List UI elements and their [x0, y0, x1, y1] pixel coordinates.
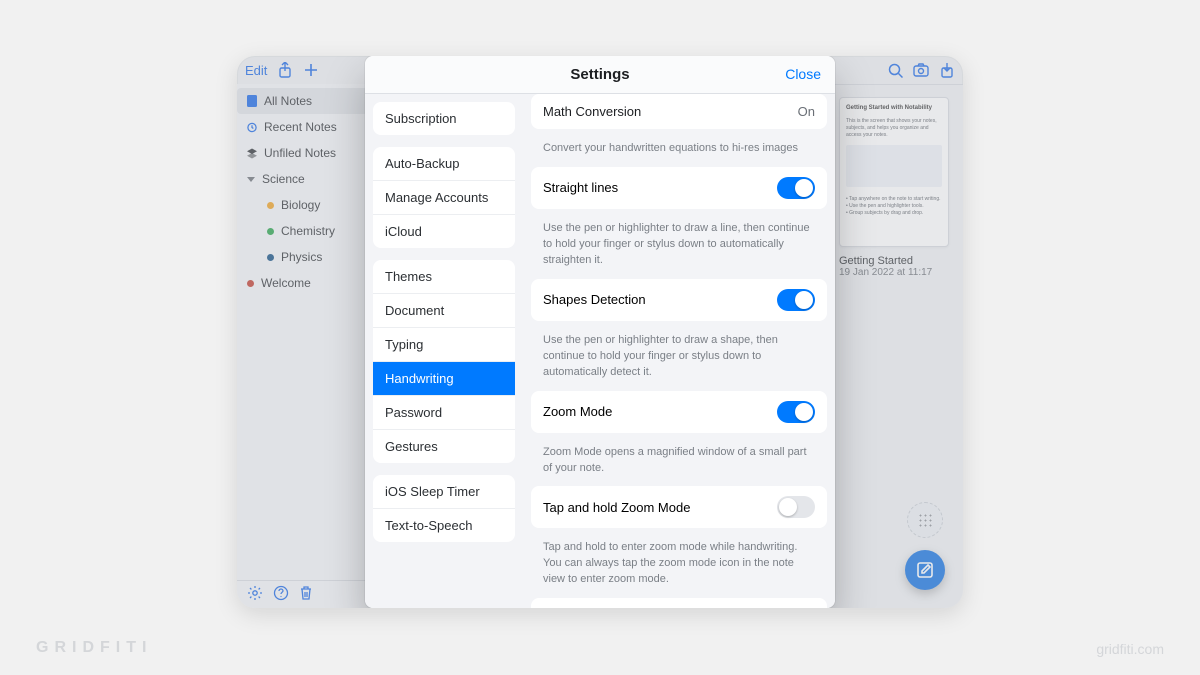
settings-detail-pane: Math Conversion On Convert your handwrit…: [523, 94, 835, 608]
settings-nav-subscription[interactable]: Subscription: [373, 102, 515, 135]
row-label: Zoom Mode: [543, 404, 612, 419]
row-description: Convert your handwritten equations to hi…: [531, 139, 827, 167]
settings-modal: Settings Close Subscription Auto-Backup …: [365, 56, 835, 608]
row-zoom-mode: Zoom Mode: [531, 391, 827, 433]
settings-nav-autobackup[interactable]: Auto-Backup: [373, 147, 515, 181]
toggle-zoom-mode[interactable]: [777, 401, 815, 423]
close-button[interactable]: Close: [785, 66, 821, 82]
settings-sidebar: Subscription Auto-Backup Manage Accounts…: [365, 94, 523, 608]
row-label: Tap and hold Zoom Mode: [543, 500, 690, 515]
row-shapes-detection: Shapes Detection: [531, 279, 827, 321]
toggle-straight-lines[interactable]: [777, 177, 815, 199]
settings-nav-themes[interactable]: Themes: [373, 260, 515, 294]
row-math-conversion[interactable]: Math Conversion On: [531, 94, 827, 129]
settings-nav-document[interactable]: Document: [373, 294, 515, 328]
watermark-url: gridfiti.com: [1096, 641, 1164, 657]
row-description: Use the pen or highlighter to draw a lin…: [531, 219, 827, 279]
row-description: Use the pen or highlighter to draw a sha…: [531, 331, 827, 391]
app-window: Edit All Notes Rece: [237, 56, 963, 608]
row-label: Straight lines: [543, 180, 618, 195]
settings-nav-gestures[interactable]: Gestures: [373, 430, 515, 463]
settings-nav-password[interactable]: Password: [373, 396, 515, 430]
settings-nav-manage-accounts[interactable]: Manage Accounts: [373, 181, 515, 215]
row-label: Math Conversion: [543, 104, 641, 119]
row-value: On: [798, 104, 815, 119]
row-left-handed-mode: Left-handed mode: [531, 598, 827, 608]
toggle-shapes-detection[interactable]: [777, 289, 815, 311]
settings-nav-handwriting[interactable]: Handwriting: [373, 362, 515, 396]
settings-nav-tts[interactable]: Text-to-Speech: [373, 509, 515, 542]
toggle-tap-hold-zoom[interactable]: [777, 496, 815, 518]
settings-nav-typing[interactable]: Typing: [373, 328, 515, 362]
modal-title: Settings: [570, 66, 629, 83]
row-description: Zoom Mode opens a magnified window of a …: [531, 443, 827, 487]
settings-nav-icloud[interactable]: iCloud: [373, 215, 515, 248]
row-description: Tap and hold to enter zoom mode while ha…: [531, 538, 827, 598]
settings-nav-sleep-timer[interactable]: iOS Sleep Timer: [373, 475, 515, 509]
row-label: Shapes Detection: [543, 292, 646, 307]
watermark-logo: GRIDFITI: [36, 639, 152, 657]
row-tap-hold-zoom: Tap and hold Zoom Mode: [531, 486, 827, 528]
row-straight-lines: Straight lines: [531, 167, 827, 209]
modal-header: Settings Close: [365, 56, 835, 94]
